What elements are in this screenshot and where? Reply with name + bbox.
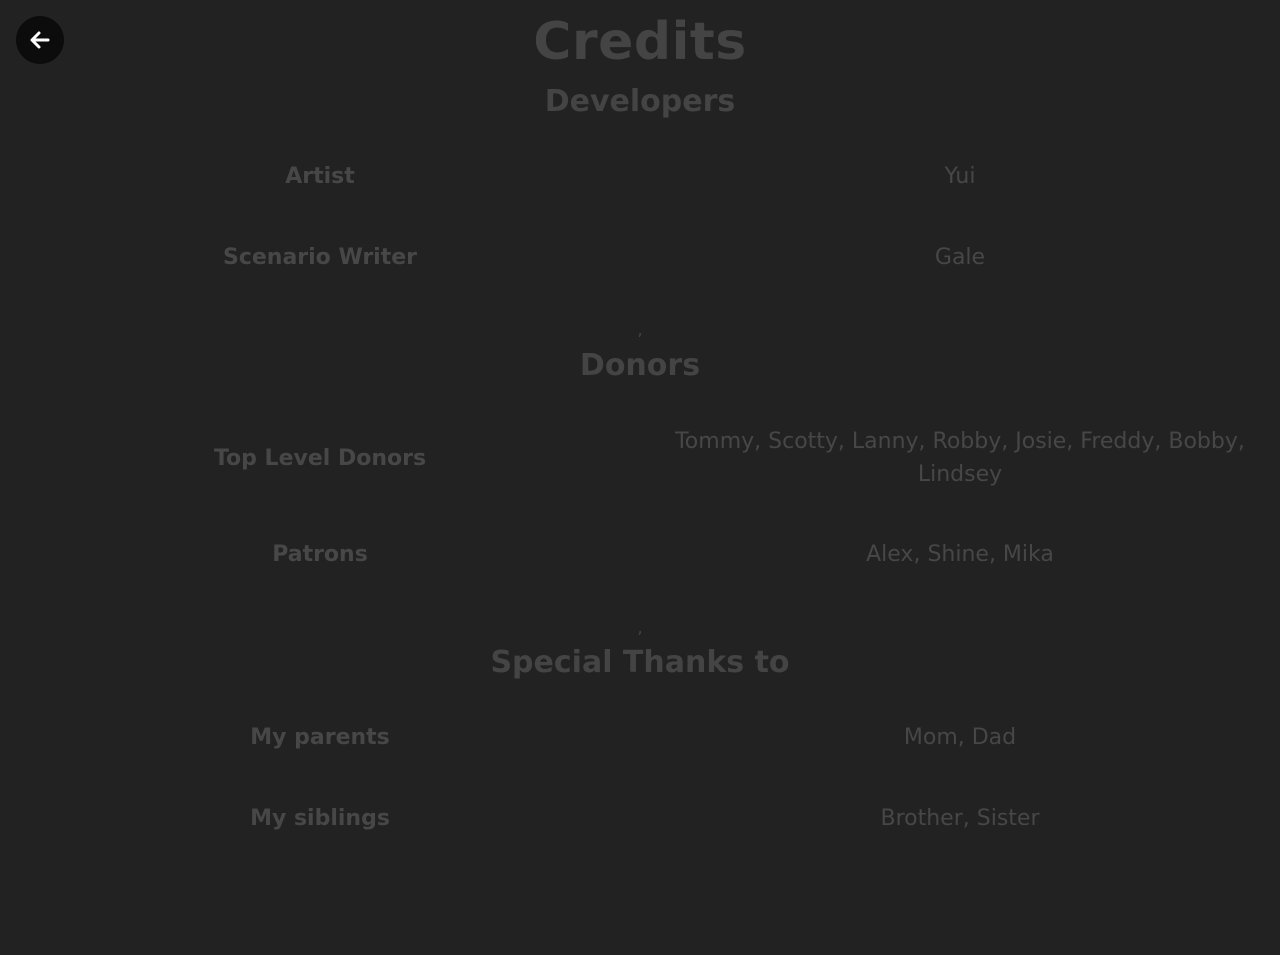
credit-role: Scenario Writer	[222, 245, 418, 270]
credit-row: My siblings Brother, Sister	[0, 802, 1280, 835]
credit-names: Alex, Shine, Mika	[866, 542, 1054, 567]
credit-row: Patrons Alex, Shine, Mika	[0, 538, 1280, 571]
section-heading-special-thanks: Special Thanks to	[490, 645, 790, 680]
credit-role: My siblings	[250, 806, 390, 831]
page-title: Credits	[533, 12, 747, 72]
credit-names: Tommy, Scotty, Lanny, Robby, Josie, Fred…	[675, 429, 1245, 487]
credit-row: Top Level Donors Tommy, Scotty, Lanny, R…	[0, 425, 1280, 491]
credit-role: Top Level Donors	[213, 445, 427, 471]
credit-row: My parents Mom, Dad	[0, 721, 1280, 754]
credit-role: Patrons	[272, 542, 368, 567]
section-heading-developers: Developers	[544, 84, 736, 119]
credit-names: Mom, Dad	[903, 725, 1017, 750]
credits-page: Credits Developers Artist Yui Scenario W…	[0, 0, 1280, 955]
section-separator: ,	[637, 320, 643, 339]
section-heading-donors: Donors	[579, 348, 701, 383]
section-separator: ,	[637, 618, 643, 637]
credit-row: Artist Yui	[0, 160, 1280, 193]
credit-names: Gale	[934, 245, 986, 270]
credit-names: Brother, Sister	[880, 806, 1040, 831]
credit-role: My parents	[250, 725, 390, 750]
credit-role: Artist	[285, 164, 355, 189]
credit-names: Yui	[944, 164, 976, 189]
credit-row: Scenario Writer Gale	[0, 241, 1280, 274]
